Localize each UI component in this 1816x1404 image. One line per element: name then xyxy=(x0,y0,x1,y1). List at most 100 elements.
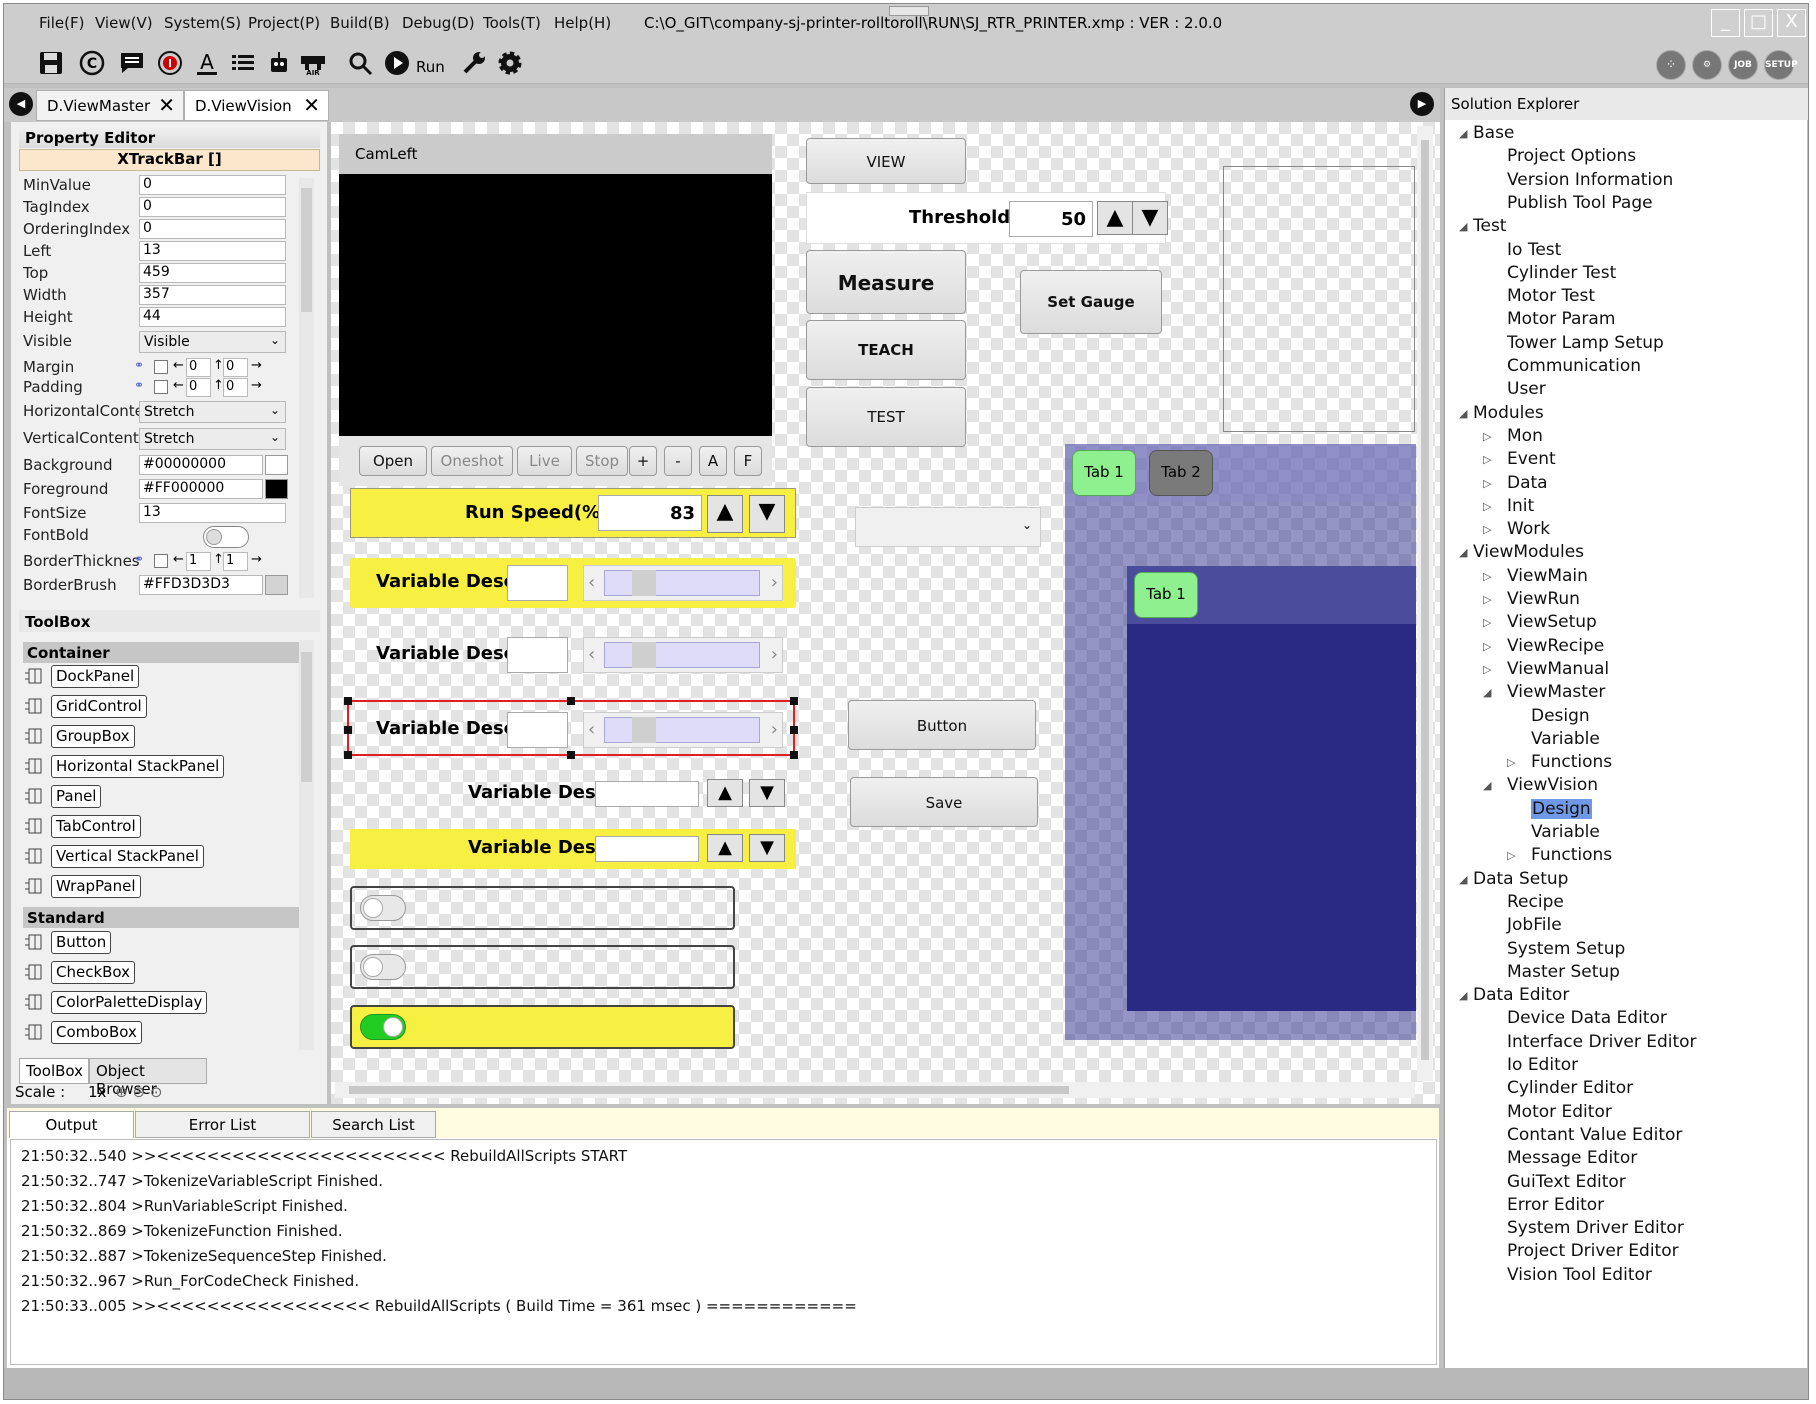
tree-node[interactable]: Tower Lamp Setup xyxy=(1445,332,1805,355)
tab-object-browser[interactable]: Object Browser xyxy=(89,1058,207,1098)
visible-select[interactable]: Visible ⌄ xyxy=(139,331,286,353)
run-label[interactable]: Run xyxy=(416,58,445,76)
variable-value-input[interactable] xyxy=(595,781,699,807)
resize-handle[interactable] xyxy=(567,751,575,759)
live-button[interactable]: Live xyxy=(517,446,572,476)
collapsed-icon[interactable]: ▷ xyxy=(1483,523,1491,536)
tree-node[interactable]: Publish Tool Page xyxy=(1445,192,1805,215)
tree-node[interactable]: ◢ Base xyxy=(1445,122,1805,145)
list-icon[interactable] xyxy=(230,50,258,78)
toggle-switch-on[interactable] xyxy=(360,1014,406,1040)
design-canvas[interactable]: CamLeft Open Oneshot Live Stop + - A F R… xyxy=(331,122,1440,1104)
tree-node[interactable]: Interface Driver Editor xyxy=(1445,1031,1805,1054)
canvas-horizontal-scrollbar[interactable] xyxy=(335,1082,1415,1098)
tree-node[interactable]: ▷ Functions xyxy=(1445,844,1805,867)
open-button[interactable]: Open xyxy=(359,446,427,476)
tree-node[interactable]: ▷ ViewRecipe xyxy=(1445,635,1805,658)
collapsed-icon[interactable]: ▷ xyxy=(1483,453,1491,466)
prop-value-input[interactable]: 0 xyxy=(139,197,286,217)
expanded-icon[interactable]: ◢ xyxy=(1459,546,1467,559)
resize-handle[interactable] xyxy=(790,697,798,705)
variable-value-input[interactable] xyxy=(507,565,568,601)
wrench-icon[interactable] xyxy=(461,50,489,78)
zoom-fit-icon[interactable]: ⊙ xyxy=(150,1083,163,1101)
stop-button[interactable]: Stop xyxy=(576,446,628,476)
measure-button[interactable]: Measure xyxy=(806,250,966,314)
variable-value-input[interactable] xyxy=(507,637,568,673)
collapsed-icon[interactable]: ▷ xyxy=(1483,593,1491,606)
slider-thumb[interactable] xyxy=(632,642,656,668)
copyright-icon[interactable]: C xyxy=(79,50,107,78)
robot-icon[interactable] xyxy=(266,50,294,78)
variable-value-input[interactable] xyxy=(595,836,699,862)
tree-node[interactable]: ◢ Data Setup xyxy=(1445,868,1805,891)
tree-node[interactable]: Motor Test xyxy=(1445,285,1805,308)
tab-1[interactable]: Tab 1 xyxy=(1072,450,1136,496)
generic-button[interactable]: Button xyxy=(848,700,1036,750)
resize-handle[interactable] xyxy=(790,751,798,759)
borderthickness-left-input[interactable]: 1 xyxy=(186,552,211,571)
prop-value-input[interactable]: 0 xyxy=(139,219,286,239)
tab-scroll-right-icon[interactable]: ▶ xyxy=(1410,92,1434,116)
prop-value-input[interactable]: 459 xyxy=(139,263,286,283)
tree-node[interactable]: ▷ Functions xyxy=(1445,751,1805,774)
apps-icon[interactable]: ⁘ xyxy=(1656,50,1686,80)
tree-node[interactable]: JobFile xyxy=(1445,914,1805,937)
slider-thumb[interactable] xyxy=(632,717,656,743)
prop-value-input[interactable]: 357 xyxy=(139,285,286,305)
foreground-input[interactable]: #FF000000 xyxy=(139,479,263,499)
canvas-vertical-scrollbar[interactable] xyxy=(1417,126,1433,1081)
test-button[interactable]: TEST xyxy=(806,387,966,447)
background-input[interactable]: #00000000 xyxy=(139,455,263,475)
menu-debug[interactable]: Debug(D) xyxy=(402,14,475,32)
chevron-right-icon[interactable]: › xyxy=(771,644,778,665)
tree-node[interactable]: ▷ Work xyxy=(1445,518,1805,541)
borderbrush-input[interactable]: #FFD3D3D3 xyxy=(139,575,263,595)
zoom-out-icon[interactable]: ⊖ xyxy=(133,1083,146,1101)
menu-build[interactable]: Build(B) xyxy=(330,14,390,32)
toolbox-category-standard[interactable]: Standard xyxy=(23,907,299,928)
toggle-switch[interactable] xyxy=(360,954,406,980)
background-color-swatch[interactable] xyxy=(265,455,288,475)
collapsed-icon[interactable]: ▷ xyxy=(1483,477,1491,490)
scroll-thumb[interactable] xyxy=(301,652,312,782)
setup-button[interactable]: SETUP xyxy=(1764,50,1798,80)
link-icon[interactable]: ⚭ xyxy=(134,378,144,392)
hcontent-select[interactable]: Stretch ⌄ xyxy=(139,401,286,423)
toolbox-category-container[interactable]: Container xyxy=(23,642,299,663)
tree-node[interactable]: Motor Param xyxy=(1445,308,1805,331)
scroll-thumb[interactable] xyxy=(349,1086,1069,1094)
inner-tab-1[interactable]: Tab 1 xyxy=(1134,572,1198,618)
trackbar-slider[interactable]: ‹ › xyxy=(583,712,783,748)
increment-button[interactable]: ▲ xyxy=(707,779,743,807)
margin-left-input[interactable]: 0 xyxy=(186,358,211,377)
tree-node[interactable]: ◢ Modules xyxy=(1445,402,1805,425)
increment-button[interactable]: ▲ xyxy=(1097,201,1133,235)
margin-top-input[interactable]: 0 xyxy=(223,358,248,377)
expanded-icon[interactable]: ◢ xyxy=(1483,686,1491,699)
chevron-right-icon[interactable]: › xyxy=(771,572,778,593)
chevron-left-icon[interactable]: ‹ xyxy=(588,719,595,740)
collapsed-icon[interactable]: ▷ xyxy=(1483,663,1491,676)
tree-node[interactable]: ◢ Test xyxy=(1445,215,1805,238)
collapsed-icon[interactable]: ▷ xyxy=(1483,616,1491,629)
decrement-button[interactable]: ▼ xyxy=(1132,201,1168,235)
decrement-button[interactable]: ▼ xyxy=(749,834,785,862)
combo-box[interactable]: ⌄ xyxy=(855,507,1041,547)
maximize-button[interactable]: □ xyxy=(1744,9,1773,37)
zoom-in-icon[interactable]: ⊕ xyxy=(115,1083,128,1101)
tree-node[interactable]: Project Driver Editor xyxy=(1445,1240,1805,1263)
collapsed-icon[interactable]: ▷ xyxy=(1507,849,1515,862)
tree-node[interactable]: Vision Tool Editor xyxy=(1445,1264,1805,1287)
save-icon[interactable] xyxy=(38,50,66,78)
collapsed-icon[interactable]: ▷ xyxy=(1507,756,1515,769)
tab-scroll-left-icon[interactable]: ◀ xyxy=(9,92,33,116)
slider-thumb[interactable] xyxy=(632,570,656,596)
run-speed-input[interactable]: 83 xyxy=(598,495,702,531)
tab-viewvision[interactable]: D.ViewVision ✕ xyxy=(184,90,329,121)
tree-node[interactable]: ▷ ViewRun xyxy=(1445,588,1805,611)
menu-project[interactable]: Project(P) xyxy=(248,14,320,32)
padding-top-input[interactable]: 0 xyxy=(223,378,248,397)
tab-output[interactable]: Output xyxy=(9,1111,134,1138)
zoom-plus-button[interactable]: + xyxy=(629,446,657,476)
